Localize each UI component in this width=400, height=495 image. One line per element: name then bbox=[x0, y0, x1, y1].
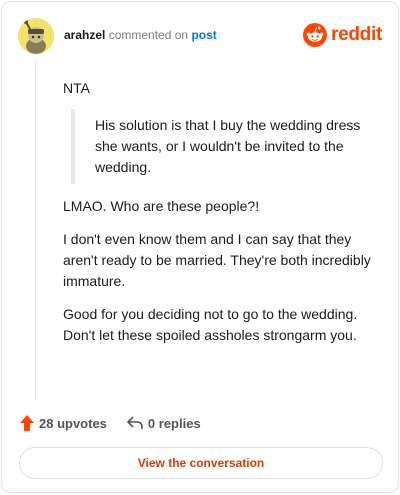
comment-paragraph: Good for you deciding not to go to the w… bbox=[63, 306, 358, 343]
comment-paragraph: I don't even know them and I can say tha… bbox=[63, 231, 371, 289]
comment-footer: 28 upvotes 0 replies bbox=[20, 412, 221, 434]
view-conversation-button[interactable]: View the conversation bbox=[19, 447, 383, 479]
comment-paragraph: LMAO. Who are these people?! bbox=[63, 198, 260, 214]
upvote-arrow-icon bbox=[20, 415, 34, 431]
comment-header: arahzel commented on post reddit bbox=[18, 16, 382, 56]
replies-label: 0 replies bbox=[147, 415, 201, 431]
action-text: commented on bbox=[108, 28, 189, 42]
comment-card: arahzel commented on post reddit NTA His… bbox=[1, 1, 399, 493]
comment-body: NTA His solution is that I buy the weddi… bbox=[63, 78, 383, 346]
post-link[interactable]: post bbox=[191, 28, 216, 42]
comment-meta: arahzel commented on post bbox=[64, 28, 217, 42]
upvotes-stat[interactable]: 28 upvotes bbox=[20, 415, 107, 431]
comment-paragraph: NTA bbox=[63, 80, 90, 96]
quote-text: His solution is that I buy the wedding d… bbox=[95, 117, 361, 175]
avatar-icon bbox=[18, 18, 54, 54]
username-link[interactable]: arahzel bbox=[64, 28, 105, 42]
blockquote: His solution is that I buy the wedding d… bbox=[71, 109, 383, 184]
reddit-logo[interactable]: reddit bbox=[303, 22, 382, 48]
avatar[interactable] bbox=[18, 18, 54, 54]
reddit-wordmark: reddit bbox=[331, 24, 382, 45]
reply-icon bbox=[127, 416, 143, 429]
replies-stat[interactable]: 0 replies bbox=[127, 416, 201, 431]
thread-line bbox=[35, 60, 36, 400]
reddit-logo-icon bbox=[303, 23, 328, 47]
upvotes-label: 28 upvotes bbox=[39, 415, 107, 431]
